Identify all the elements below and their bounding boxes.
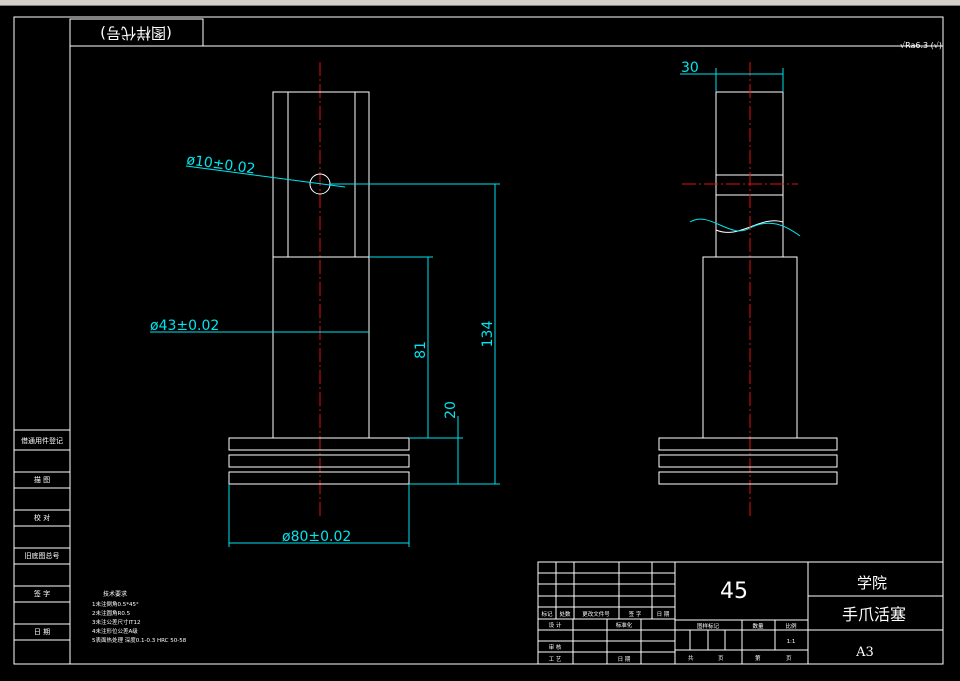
total-label: 共 <box>688 654 694 662</box>
date-label: 日 期 <box>618 656 631 663</box>
dim-134: 134 <box>480 321 496 348</box>
left-label: 签 字 <box>34 589 50 598</box>
note-line: 5表面热处理 深度0.1-0.3 HRC 50-58 <box>92 636 187 644</box>
scale-value: 1:1 <box>787 639 796 645</box>
part-name: 手爪活塞 <box>842 605 906 624</box>
dim-30: 30 <box>681 60 699 76</box>
standardize-label: 标准化 <box>616 621 633 629</box>
left-label: 旧底图总号 <box>25 551 60 560</box>
left-label: 描 图 <box>34 475 50 484</box>
rev-header: 日 期 <box>657 611 670 618</box>
scale-label: 比例 <box>785 622 797 630</box>
left-label: 校 对 <box>34 513 50 522</box>
rev-header: 处数 <box>559 610 571 618</box>
sheet-size: A3 <box>855 645 874 660</box>
title-block: 标记 处数 更改文件号 签 字 日 期 设 计 标准化 审 核 工 艺 日 期 … <box>537 561 944 665</box>
dim-shaft-diameter: ø43±0.02 <box>150 318 219 334</box>
dim-hole-diameter: ø10±0.02 <box>185 152 256 177</box>
roughness-symbol: √Ra6.3 (√) <box>900 41 942 50</box>
dim-flange-diameter: ø80±0.02 <box>282 529 351 545</box>
school-name: 学院 <box>857 574 887 592</box>
dim-81: 81 <box>413 341 429 359</box>
note-line: 2未注圆角R0.5 <box>92 609 131 617</box>
left-label: 借通用件登记 <box>21 436 63 445</box>
side-view: 30 <box>658 60 838 518</box>
design-label: 设 计 <box>549 621 562 629</box>
inner-frame <box>69 45 944 665</box>
rev-header: 标记 <box>541 610 553 618</box>
left-label: 日 期 <box>34 628 50 636</box>
note-line: 1未注倒角0.5*45° <box>92 600 139 608</box>
left-column: 借通用件登记 描 图 校 对 旧底图总号 签 字 日 期 <box>14 429 70 641</box>
rev-header: 签 字 <box>629 610 642 618</box>
no-label: 第 <box>755 654 761 662</box>
note-line: 3未注公差尺寸IT12 <box>92 618 140 626</box>
note-line: 4未注形位公差A级 <box>92 627 138 635</box>
front-view: ø10±0.02 134 81 20 ø43±0.02 ø80±0.02 <box>150 62 500 547</box>
rev-header: 更改文件号 <box>582 610 610 618</box>
technical-notes: 技术要求 1未注倒角0.5*45° 2未注圆角R0.5 3未注公差尺寸IT12 … <box>92 590 187 644</box>
dim-20: 20 <box>443 401 459 419</box>
sheet-label: 页 <box>786 655 792 662</box>
cad-drawing: (图样代号) √Ra6.3 (√) 借通用件登记 描 图 校 对 旧底图总号 签… <box>13 16 944 665</box>
stage-mark-label: 图样标记 <box>697 622 720 630</box>
drawing-code-label: (图样代号) <box>100 24 172 42</box>
process-label: 工 艺 <box>549 656 562 663</box>
review-label: 审 核 <box>549 643 562 651</box>
weight-label: 数量 <box>752 622 764 630</box>
sheet-label: 页 <box>718 655 724 662</box>
notes-title: 技术要求 <box>103 590 127 598</box>
material: 45 <box>720 579 748 604</box>
outer-frame <box>13 16 944 665</box>
